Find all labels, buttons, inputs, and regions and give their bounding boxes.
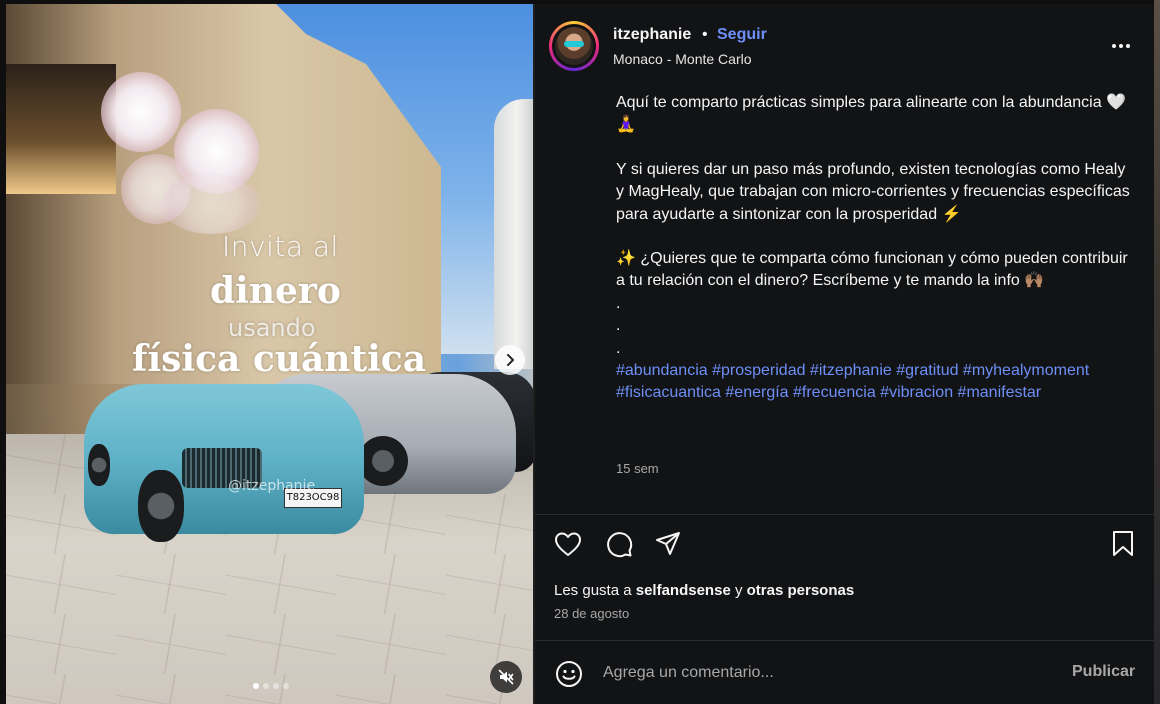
separator-dot: • — [702, 26, 708, 43]
mute-button[interactable] — [490, 661, 522, 693]
wheel — [88, 444, 110, 486]
overlay-line-4: física cuántica — [132, 338, 427, 380]
like-button[interactable] — [552, 528, 584, 560]
profile-photo — [555, 27, 593, 65]
liker-username[interactable]: selfandsense — [636, 582, 731, 599]
emoji-button[interactable] — [554, 659, 584, 689]
caption-dot: . — [616, 317, 621, 335]
hotel-tower — [494, 99, 533, 369]
post-header: itzephanie • Seguir Monaco - Monte Carlo — [535, 4, 1154, 84]
carousel-indicator — [253, 683, 289, 689]
share-icon — [656, 532, 680, 555]
watermark: @itzephanie — [228, 478, 316, 494]
save-button[interactable] — [1107, 528, 1139, 560]
carousel-dot — [273, 683, 279, 689]
comment-input[interactable] — [603, 661, 1043, 685]
overlay-line-2: dinero — [210, 270, 341, 312]
action-bar — [535, 524, 1154, 564]
caption-dot: . — [616, 339, 621, 357]
post-caption: Aquí te comparto prácticas simples para … — [616, 92, 1136, 405]
heart-icon — [555, 532, 581, 556]
awning — [6, 64, 116, 194]
carousel-dot — [283, 683, 289, 689]
wheel — [358, 436, 408, 486]
share-button[interactable] — [652, 528, 684, 560]
more-options-button[interactable] — [1109, 34, 1133, 58]
overlay-line-1: Invita al — [222, 230, 339, 263]
caption-paragraph: ✨ ¿Quieres que te comparta cómo funciona… — [616, 250, 1128, 290]
background-edge — [1154, 0, 1160, 704]
caption-time: 15 sem — [616, 461, 659, 476]
wheel — [138, 470, 184, 542]
caption-paragraph: Y si quieres dar un paso más profundo, e… — [616, 160, 1130, 223]
location-link[interactable]: Monaco - Monte Carlo — [613, 51, 752, 67]
sunglasses — [564, 41, 584, 47]
post-details-panel: itzephanie • Seguir Monaco - Monte Carlo… — [535, 4, 1154, 704]
carousel-dot — [263, 683, 269, 689]
divider — [535, 514, 1154, 515]
next-slide-button[interactable] — [495, 345, 525, 375]
flower-decoration — [101, 72, 181, 152]
post-media[interactable]: T823OC98 Invita al dinero usando física … — [6, 4, 533, 704]
avatar[interactable] — [549, 21, 599, 71]
flower-decoration — [161, 174, 261, 234]
likes-others[interactable]: otras personas — [747, 582, 855, 599]
caption-dot: . — [616, 294, 621, 312]
comment-button[interactable] — [603, 528, 635, 560]
more-icon — [1112, 44, 1130, 48]
instagram-post-modal: T823OC98 Invita al dinero usando física … — [0, 0, 1160, 704]
username-link[interactable]: itzephanie — [613, 26, 691, 44]
caption-paragraph: Aquí te comparto prácticas simples para … — [616, 94, 1126, 134]
publish-button[interactable]: Publicar — [1072, 663, 1135, 681]
mute-icon — [498, 669, 514, 685]
post-date: 28 de agosto — [554, 606, 630, 621]
comment-icon — [607, 532, 633, 558]
chevron-right-icon — [507, 354, 514, 366]
bookmark-icon — [1113, 531, 1133, 556]
carousel-dot — [253, 683, 259, 689]
emoji-icon — [556, 661, 582, 687]
follow-button[interactable]: Seguir — [717, 26, 767, 44]
likes-summary[interactable]: Les gusta a selfandsense y otras persona… — [554, 582, 854, 599]
hashtag-links[interactable]: #abundancia #prosperidad #itzephanie #gr… — [616, 360, 1136, 405]
comment-composer: Publicar — [535, 641, 1154, 704]
